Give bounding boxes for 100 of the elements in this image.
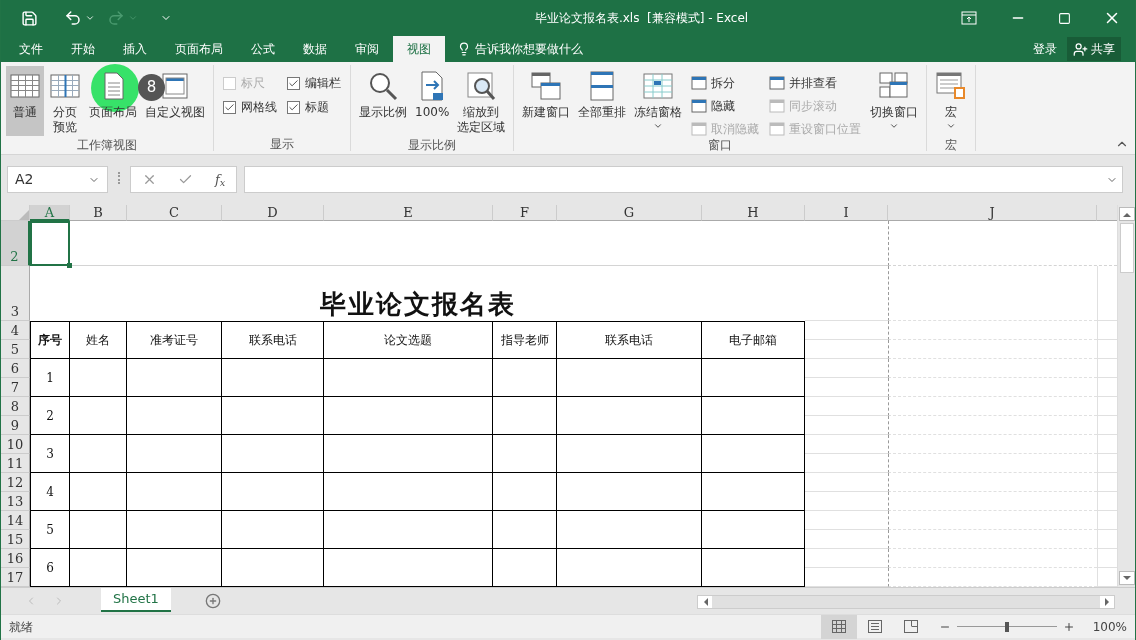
row-header[interactable]: 16: [1, 549, 30, 568]
ribbon-button[interactable]: 100%: [412, 66, 453, 136]
row-header[interactable]: 3: [1, 266, 30, 321]
row-header[interactable]: 6: [1, 359, 30, 378]
checkbox-option[interactable]: 标题: [287, 98, 341, 116]
row-header[interactable]: 12: [1, 473, 30, 492]
row-header[interactable]: 15: [1, 530, 30, 549]
table-cell: [493, 473, 557, 511]
ribbon-tab[interactable]: 公式: [237, 36, 289, 62]
group-label: 显示比例: [408, 138, 457, 152]
row-header[interactable]: 2: [1, 221, 30, 266]
ribbon-button[interactable]: 新建窗口: [519, 66, 574, 136]
sheet-tab[interactable]: Sheet1: [101, 588, 171, 612]
add-sheet-icon[interactable]: [204, 593, 221, 609]
ribbon-tab[interactable]: 数据: [289, 36, 341, 62]
checkbox-option[interactable]: 网格线: [223, 98, 277, 116]
grid-icon: [831, 620, 846, 633]
table-cell: [70, 359, 127, 397]
table-cell: 2: [30, 397, 70, 435]
column-header[interactable]: C: [127, 205, 222, 221]
selected-cell[interactable]: [30, 221, 70, 266]
row-header[interactable]: 5: [1, 340, 30, 359]
row-header[interactable]: 17: [1, 568, 30, 587]
checkbox[interactable]: [287, 76, 300, 90]
vertical-scrollbar[interactable]: [1117, 205, 1135, 587]
ribbon-tab[interactable]: 文件: [5, 36, 57, 62]
ribbon-button[interactable]: 冻结窗格: [631, 66, 686, 136]
zoom-in-icon[interactable]: [1062, 620, 1075, 633]
row-header[interactable]: 14: [1, 511, 30, 530]
scroll-up-icon[interactable]: [1122, 211, 1131, 217]
header-cell: 序号: [30, 321, 70, 359]
view-button[interactable]: [820, 614, 857, 639]
table-cell: [493, 359, 557, 397]
row-header[interactable]: 11: [1, 454, 30, 473]
scroll-right-icon[interactable]: [1104, 598, 1110, 606]
window-icon: [769, 98, 786, 113]
group-label: 窗口: [708, 138, 733, 152]
column-header[interactable]: B: [70, 205, 127, 221]
window-icon: [691, 98, 708, 113]
ribbon-tab[interactable]: 审阅: [341, 36, 393, 62]
row-header[interactable]: 13: [1, 492, 30, 511]
check-icon: [288, 77, 299, 89]
check-icon: [224, 101, 235, 113]
row-header[interactable]: 7: [1, 378, 30, 397]
share-button[interactable]: 共享: [1067, 37, 1121, 61]
header-cell: 联系电话: [222, 321, 324, 359]
column-header[interactable]: A: [30, 205, 70, 221]
caret-icon[interactable]: [85, 13, 95, 23]
ribbon-button[interactable]: 普通: [6, 66, 44, 136]
table-cell: [70, 511, 127, 549]
scroll-left-icon[interactable]: [702, 598, 708, 606]
column-header[interactable]: G: [557, 205, 702, 221]
row-header[interactable]: 9: [1, 416, 30, 435]
macro-sheet-icon: [935, 70, 968, 102]
row-header[interactable]: 8: [1, 397, 30, 416]
zoom-slider-thumb[interactable]: [1004, 621, 1009, 632]
ribbon-small-button[interactable]: 隐藏: [691, 97, 760, 114]
scroll-down-icon[interactable]: [1122, 575, 1131, 581]
corner-triangle-icon: [19, 210, 29, 220]
insert-function-button[interactable]: f$_{x}$: [214, 169, 226, 190]
new-window-icon: [530, 70, 563, 102]
name-box[interactable]: A2: [7, 166, 108, 193]
ribbon-tab[interactable]: 视图: [393, 36, 445, 62]
sign-in-link[interactable]: 登录: [1033, 36, 1057, 62]
ribbon-button[interactable]: 缩放到 选定区域: [454, 66, 509, 136]
column-header[interactable]: I: [805, 205, 888, 221]
window-icon: [691, 121, 708, 136]
table-cell: 5: [30, 511, 70, 549]
ribbon-button[interactable]: 宏: [932, 66, 971, 136]
ribbon-tab[interactable]: 开始: [57, 36, 109, 62]
ribbon-options-icon[interactable]: [961, 11, 977, 25]
ribbon-button[interactable]: 分页 预览: [46, 66, 84, 136]
zoom-selection-icon: [465, 70, 498, 102]
row-header[interactable]: 10: [1, 435, 30, 454]
column-header[interactable]: E: [324, 205, 493, 221]
ribbon-small-button[interactable]: 并排查看: [769, 74, 862, 91]
horizontal-scrollbar[interactable]: [697, 595, 1115, 609]
checkbox[interactable]: [287, 100, 300, 114]
checkbox-option[interactable]: 编辑栏: [287, 74, 341, 92]
undo-icon[interactable]: [64, 9, 82, 27]
tell-me-field[interactable]: 告诉我你想要做什么: [475, 40, 583, 58]
ribbon-button[interactable]: 全部重排: [575, 66, 630, 136]
column-header[interactable]: J: [888, 205, 1097, 221]
maximize-icon[interactable]: [1058, 11, 1071, 25]
ribbon-tab[interactable]: 页面布局: [161, 36, 237, 62]
column-header[interactable]: H: [702, 205, 805, 221]
ribbon-button[interactable]: 切换窗口: [867, 66, 922, 136]
formula-input[interactable]: [244, 166, 1123, 193]
column-header[interactable]: F: [493, 205, 557, 221]
user-add-icon: [1073, 41, 1088, 57]
ribbon-small-button[interactable]: 拆分: [691, 74, 760, 91]
save-icon[interactable]: [21, 9, 38, 27]
column-header[interactable]: D: [222, 205, 324, 221]
checkbox[interactable]: [223, 100, 236, 114]
group-label: 显示: [270, 137, 294, 151]
row-header[interactable]: 4: [1, 321, 30, 340]
scroll-thumb[interactable]: [1119, 223, 1134, 273]
zoom-level[interactable]: 100%: [1092, 617, 1127, 636]
ribbon-button[interactable]: 显示比例: [356, 66, 410, 136]
ribbon-tab[interactable]: 插入: [109, 36, 161, 62]
